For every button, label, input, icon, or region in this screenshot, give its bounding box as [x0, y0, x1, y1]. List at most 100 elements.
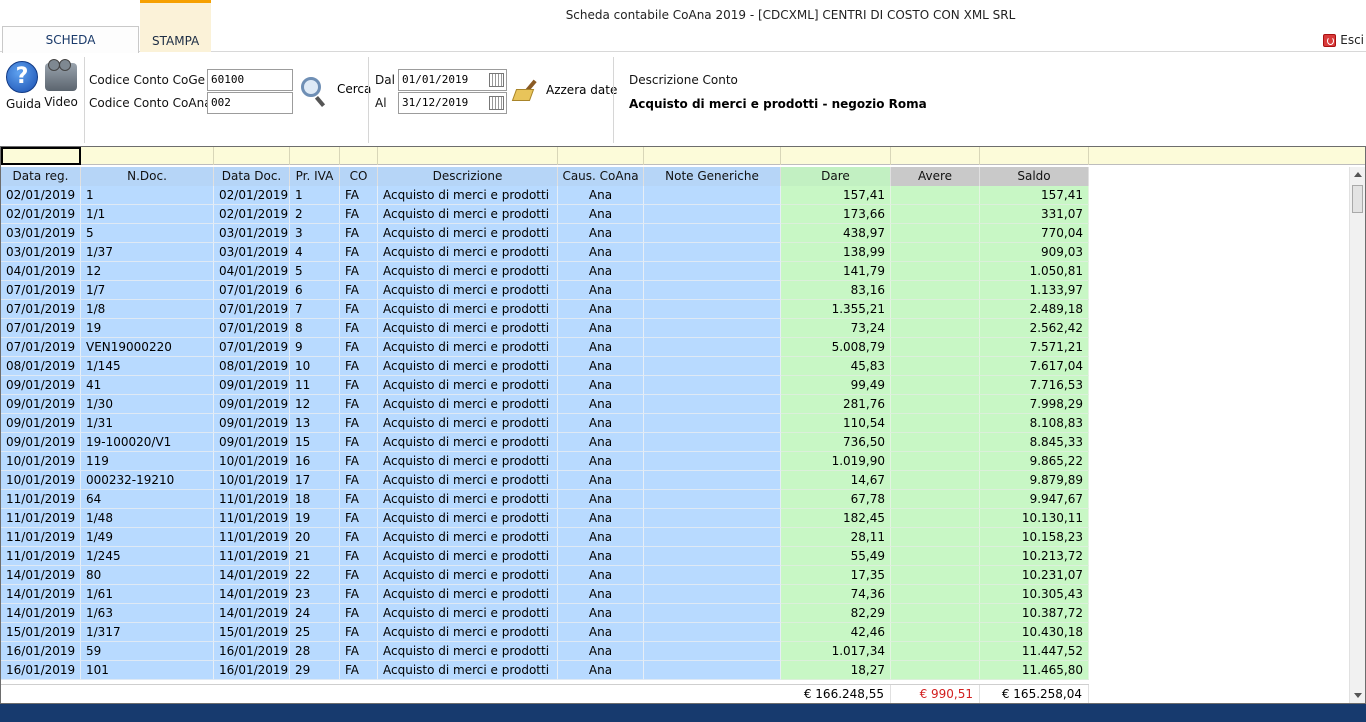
- column-header-n-doc[interactable]: N.Doc.: [81, 167, 214, 186]
- table-row[interactable]: 03/01/2019 1/37 03/01/2019 4 FA Acquisto di m…: [1, 243, 1089, 262]
- cell-n-doc: 1/145: [81, 357, 214, 376]
- table-row[interactable]: 11/01/2019 1/49 11/01/2019 20 FA Acquisto di …: [1, 528, 1089, 547]
- filter-cell-saldo[interactable]: [980, 147, 1089, 165]
- column-header-data-reg[interactable]: Data reg.: [1, 167, 81, 186]
- tab-scheda-contabile[interactable]: SCHEDA CONTABILE: [2, 26, 139, 74]
- cell-data-reg: 08/01/2019: [1, 357, 81, 376]
- cell-avere: [891, 224, 980, 243]
- cell-data-doc: 11/01/2019: [214, 547, 290, 566]
- scroll-down-icon[interactable]: [1354, 693, 1362, 698]
- column-header-note-generiche[interactable]: Note Generiche: [644, 167, 781, 186]
- cell-avere: [891, 395, 980, 414]
- table-row[interactable]: 14/01/2019 80 14/01/2019 22 FA Acquisto di me…: [1, 566, 1089, 585]
- calendar-icon[interactable]: [489, 73, 504, 87]
- cell-n-doc: 1/63: [81, 604, 214, 623]
- filter-cell-dare[interactable]: [781, 147, 891, 165]
- column-header-avere[interactable]: Avere: [891, 167, 980, 186]
- filter-cell-descrizione[interactable]: [378, 147, 558, 165]
- table-row[interactable]: 09/01/2019 1/30 09/01/2019 12 FA Acquisto di …: [1, 395, 1089, 414]
- table-row[interactable]: 02/01/2019 1/1 02/01/2019 2 FA Acquisto di me…: [1, 205, 1089, 224]
- table-row[interactable]: 07/01/2019 19 07/01/2019 8 FA Acquisto di mer…: [1, 319, 1089, 338]
- azzera-date-button[interactable]: Azzera date: [512, 79, 617, 101]
- cell-saldo: 2.562,42: [980, 319, 1089, 338]
- table-row[interactable]: 10/01/2019 000232-19210 10/01/2019 17 FA Acqu…: [1, 471, 1089, 490]
- cell-n-doc: 1/31: [81, 414, 214, 433]
- table-row[interactable]: 11/01/2019 64 11/01/2019 18 FA Acquisto di me…: [1, 490, 1089, 509]
- cell-avere: [891, 376, 980, 395]
- table-row[interactable]: 10/01/2019 119 10/01/2019 16 FA Acquisto di m…: [1, 452, 1089, 471]
- table-row[interactable]: 16/01/2019 59 16/01/2019 28 FA Acquisto di me…: [1, 642, 1089, 661]
- dal-date-input[interactable]: 01/01/2019: [398, 69, 507, 91]
- cell-avere: [891, 433, 980, 452]
- table-row[interactable]: 15/01/2019 1/317 15/01/2019 25 FA Acquisto di…: [1, 623, 1089, 642]
- cell-saldo: 9.947,67: [980, 490, 1089, 509]
- cell-pr-iva: 29: [290, 661, 340, 680]
- guida-button[interactable]: ? Guida: [6, 61, 41, 111]
- ribbon-separator: [368, 57, 369, 143]
- table-row[interactable]: 07/01/2019 1/8 07/01/2019 7 FA Acquisto di me…: [1, 300, 1089, 319]
- vertical-scrollbar[interactable]: [1349, 167, 1365, 703]
- cell-dare: 28,11: [781, 528, 891, 547]
- filter-cell-note-generiche[interactable]: [644, 147, 781, 165]
- scroll-up-icon[interactable]: [1354, 172, 1362, 177]
- cell-avere: [891, 585, 980, 604]
- exit-button[interactable]: Esci: [1323, 33, 1364, 47]
- cell-saldo: 10.231,07: [980, 566, 1089, 585]
- scroll-thumb[interactable]: [1352, 185, 1363, 213]
- table-row[interactable]: 16/01/2019 101 16/01/2019 29 FA Acquisto di m…: [1, 661, 1089, 680]
- video-button[interactable]: Video: [44, 59, 78, 109]
- cell-data-doc: 07/01/2019: [214, 319, 290, 338]
- table-row[interactable]: 09/01/2019 1/31 09/01/2019 13 FA Acquisto di …: [1, 414, 1089, 433]
- filter-cell-pr-iva[interactable]: [290, 147, 340, 165]
- total-dare: € 166.248,55: [781, 685, 891, 703]
- column-header-co[interactable]: CO: [340, 167, 378, 186]
- column-header-caus-coana[interactable]: Caus. CoAna: [558, 167, 644, 186]
- table-row[interactable]: 07/01/2019 VEN19000220 07/01/2019 9 FA Acquis…: [1, 338, 1089, 357]
- tab-stampa[interactable]: STAMPA: [140, 0, 211, 52]
- calendar-icon[interactable]: [489, 96, 504, 110]
- al-label: Al: [375, 96, 387, 110]
- codice-coana-input[interactable]: 002: [207, 92, 293, 114]
- cell-data-reg: 11/01/2019: [1, 509, 81, 528]
- cell-avere: [891, 205, 980, 224]
- table-row[interactable]: 14/01/2019 1/61 14/01/2019 23 FA Acquisto di …: [1, 585, 1089, 604]
- table-row[interactable]: 09/01/2019 41 09/01/2019 11 FA Acquisto di me…: [1, 376, 1089, 395]
- column-header-data-doc[interactable]: Data Doc.: [214, 167, 290, 186]
- cell-dare: 138,99: [781, 243, 891, 262]
- cell-caus-coana: Ana: [558, 262, 644, 281]
- cell-saldo: 10.305,43: [980, 585, 1089, 604]
- column-header-saldo[interactable]: Saldo: [980, 167, 1089, 186]
- cell-avere: [891, 547, 980, 566]
- cell-co: FA: [340, 186, 378, 205]
- filter-cell-caus-coana[interactable]: [558, 147, 644, 165]
- filter-row[interactable]: [1, 147, 1365, 165]
- table-row[interactable]: 02/01/2019 1 02/01/2019 1 FA Acquisto di merc…: [1, 186, 1089, 205]
- filter-cell-data-doc[interactable]: [214, 147, 290, 165]
- filter-cell-data-reg[interactable]: [1, 147, 81, 165]
- cell-data-reg: 16/01/2019: [1, 661, 81, 680]
- filter-cell-n-doc[interactable]: [81, 147, 214, 165]
- column-header-pr-iva[interactable]: Pr. IVA: [290, 167, 340, 186]
- table-row[interactable]: 08/01/2019 1/145 08/01/2019 10 FA Acquisto di…: [1, 357, 1089, 376]
- cell-data-doc: 14/01/2019: [214, 604, 290, 623]
- al-date-input[interactable]: 31/12/2019: [398, 92, 507, 114]
- table-row[interactable]: 11/01/2019 1/245 11/01/2019 21 FA Acquisto di…: [1, 547, 1089, 566]
- cell-dare: 45,83: [781, 357, 891, 376]
- codice-coge-input[interactable]: 60100: [207, 69, 293, 91]
- cell-note-generiche: [644, 281, 781, 300]
- table-row[interactable]: 04/01/2019 12 04/01/2019 5 FA Acquisto di mer…: [1, 262, 1089, 281]
- search-button[interactable]: Cerca: [301, 77, 371, 97]
- filter-cell-co[interactable]: [340, 147, 378, 165]
- table-row[interactable]: 03/01/2019 5 03/01/2019 3 FA Acquisto di merc…: [1, 224, 1089, 243]
- cell-data-reg: 14/01/2019: [1, 585, 81, 604]
- table-row[interactable]: 11/01/2019 1/48 11/01/2019 19 FA Acquisto di …: [1, 509, 1089, 528]
- column-header-descrizione[interactable]: Descrizione: [378, 167, 558, 186]
- table-row[interactable]: 07/01/2019 1/7 07/01/2019 6 FA Acquisto di me…: [1, 281, 1089, 300]
- cell-note-generiche: [644, 414, 781, 433]
- table-row[interactable]: 09/01/2019 19-100020/V1 09/01/2019 15 FA Acqu…: [1, 433, 1089, 452]
- column-header-dare[interactable]: Dare: [781, 167, 891, 186]
- filter-cell-avere[interactable]: [891, 147, 980, 165]
- cell-data-reg: 10/01/2019: [1, 452, 81, 471]
- cell-note-generiche: [644, 547, 781, 566]
- table-row[interactable]: 14/01/2019 1/63 14/01/2019 24 FA Acquisto di …: [1, 604, 1089, 623]
